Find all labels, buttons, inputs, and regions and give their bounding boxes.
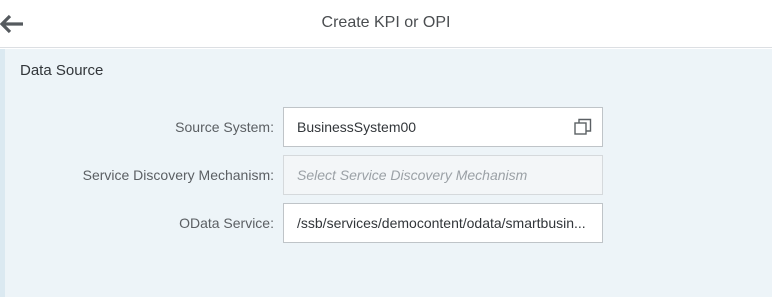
- page-title: Create KPI or OPI: [321, 14, 451, 31]
- odata-service-label: OData Service:: [179, 215, 274, 231]
- source-system-input[interactable]: BusinessSystem00: [283, 107, 603, 147]
- source-system-row: Source System: BusinessSystem00: [0, 107, 772, 147]
- section-title-data-source: Data Source: [20, 62, 104, 79]
- value-help-button[interactable]: [573, 117, 593, 137]
- service-discovery-label: Service Discovery Mechanism:: [82, 167, 274, 183]
- create-kpi-page: Create KPI or OPI Data Source Source Sys…: [0, 0, 772, 297]
- value-help-icon: [573, 118, 593, 141]
- odata-service-row: OData Service: /ssb/services/democontent…: [0, 203, 772, 243]
- service-discovery-row: Service Discovery Mechanism: Select Serv…: [0, 155, 772, 195]
- page-header: Create KPI or OPI: [0, 0, 772, 48]
- odata-service-input[interactable]: /ssb/services/democontent/odata/smartbus…: [283, 203, 603, 243]
- source-system-label: Source System:: [175, 119, 274, 135]
- service-discovery-input[interactable]: Select Service Discovery Mechanism: [283, 155, 603, 195]
